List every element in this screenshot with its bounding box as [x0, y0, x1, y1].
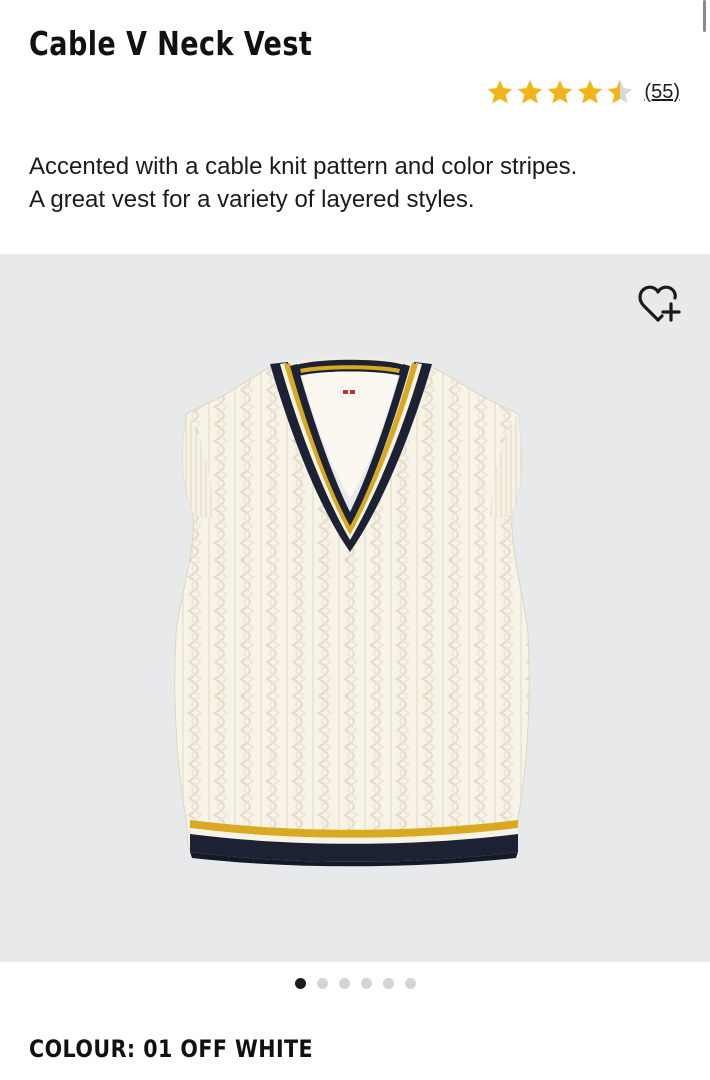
- product-image: [174, 357, 530, 867]
- product-image-carousel[interactable]: [0, 254, 710, 962]
- star-icon: [548, 80, 573, 104]
- description-line: A great vest for a variety of layered st…: [29, 186, 475, 213]
- product-title: Cable V Neck Vest: [29, 24, 313, 63]
- carousel-dot-2[interactable]: [316, 978, 328, 989]
- product-description: Accented with a cable knit pattern and c…: [29, 150, 689, 216]
- product-page: Cable V Neck Vest (55) Accented with a c…: [0, 0, 710, 1080]
- star-rating: [486, 78, 634, 106]
- carousel-dot-5[interactable]: [382, 978, 394, 989]
- carousel-dot-3[interactable]: [338, 978, 350, 989]
- star-icon: [518, 80, 543, 104]
- half-star-icon: [608, 80, 633, 104]
- review-count-link[interactable]: (55): [644, 81, 680, 104]
- colour-label: COLOUR: 01 OFF WHITE: [29, 1035, 314, 1063]
- star-icon: [578, 80, 603, 104]
- description-line: Accented with a cable knit pattern and c…: [29, 153, 578, 180]
- add-to-wishlist-icon[interactable]: [636, 280, 684, 328]
- star-icon: [488, 80, 513, 104]
- scrollbar[interactable]: [703, 0, 706, 32]
- carousel-dot-1[interactable]: [294, 978, 306, 989]
- carousel-dot-4[interactable]: [360, 978, 372, 989]
- rating[interactable]: (55): [486, 78, 680, 106]
- carousel-pagination: [0, 978, 710, 989]
- carousel-dot-6[interactable]: [404, 978, 416, 989]
